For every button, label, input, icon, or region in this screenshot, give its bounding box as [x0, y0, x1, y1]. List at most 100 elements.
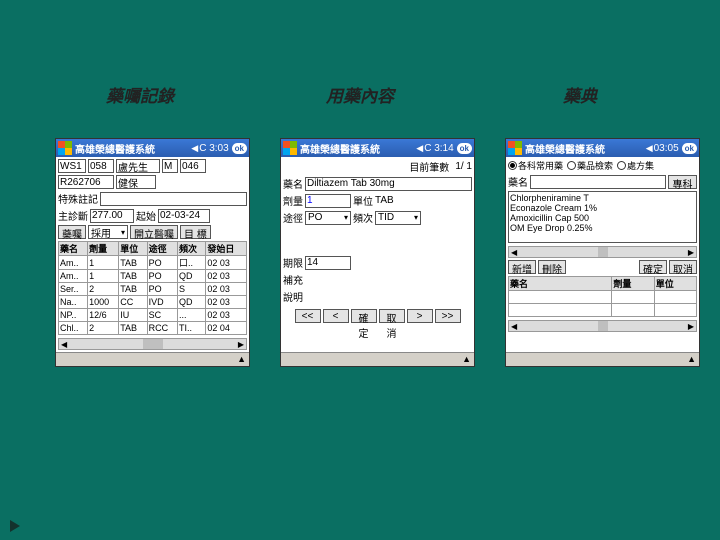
delete-button[interactable]: 刪除 — [538, 260, 566, 274]
list-item[interactable]: Econazole Cream 1% — [510, 203, 695, 213]
ok-button[interactable]: ok — [232, 143, 247, 154]
selected-table[interactable]: 藥名 劑量 單位 — [508, 276, 697, 317]
title-mid: 用藥內容 — [250, 82, 470, 107]
dx-label: 主診斷 — [58, 208, 88, 223]
duration-field[interactable] — [305, 256, 351, 270]
table-row[interactable]: Ser..2TABPOS02 03 — [59, 283, 247, 296]
patient-field[interactable] — [116, 159, 160, 173]
note-label: 說明 — [283, 289, 303, 304]
ok-button[interactable]: ok — [457, 143, 472, 154]
table-row[interactable] — [509, 304, 697, 317]
confirm-button[interactable]: 確定 — [351, 309, 377, 323]
ok-button[interactable]: ok — [682, 143, 697, 154]
statusbar: 高雄榮總醫護系統 C 3:03 ok — [56, 139, 249, 157]
keyboard-icon[interactable] — [687, 354, 696, 365]
screen-drug-orders: 高雄榮總醫護系統 C 3:03 ok 特殊註記 主診斷 起始 藥囑 採用 — [55, 138, 250, 367]
duration-label: 期限 — [283, 255, 303, 270]
supplement-label: 補充 — [283, 272, 303, 287]
col-unit[interactable]: 單位 — [654, 277, 696, 291]
table-row[interactable]: Chl..2TABRCCTI..02 04 — [59, 322, 247, 335]
nav-last[interactable]: >> — [435, 309, 461, 323]
drug-listbox[interactable]: Chlorpheniramine T Econazole Cream 1% Am… — [508, 191, 697, 243]
age-field[interactable] — [180, 159, 206, 173]
radio-drug-search[interactable]: 藥品檢索 — [567, 159, 613, 172]
drug-label: 藥名 — [283, 176, 303, 191]
chartno-field[interactable] — [58, 175, 114, 189]
adopt-select[interactable]: 採用 — [88, 225, 128, 239]
nav-first[interactable]: << — [295, 309, 321, 323]
radio-formulary[interactable]: 處方集 — [617, 159, 654, 172]
route-label: 途徑 — [283, 210, 303, 225]
col-unit[interactable]: 單位 — [119, 242, 147, 256]
clock: C 3:14 — [424, 143, 453, 154]
list-item[interactable]: OM Eye Drop 0.25% — [510, 223, 695, 233]
col-dose[interactable]: 劑量 — [88, 242, 119, 256]
col-drug[interactable]: 藥名 — [59, 242, 88, 256]
drug-search-field[interactable] — [530, 175, 666, 189]
volume-icon[interactable] — [191, 143, 199, 154]
keyboard-icon[interactable] — [237, 354, 246, 365]
freq-select[interactable]: TID — [375, 211, 421, 225]
clock: C 3:03 — [199, 143, 228, 154]
hscrollbar[interactable]: ◀▶ — [58, 338, 247, 350]
special-note-field[interactable] — [100, 192, 247, 206]
ws-field[interactable] — [58, 159, 86, 173]
add-button[interactable]: 新增 — [508, 260, 536, 274]
cancel-button[interactable]: 取消 — [669, 260, 697, 274]
start-date-field[interactable] — [158, 209, 210, 223]
slide-bullet-icon — [10, 520, 20, 532]
freq-label: 頻次 — [353, 210, 373, 225]
start-label: 起始 — [136, 208, 156, 223]
hscrollbar[interactable]: ◀▶ — [508, 320, 697, 332]
start-icon[interactable] — [58, 141, 72, 155]
list-item[interactable]: Amoxicillin Cap 500 — [510, 213, 695, 223]
cancel-button[interactable]: 取消 — [379, 309, 405, 323]
start-icon[interactable] — [283, 141, 297, 155]
volume-icon[interactable] — [416, 143, 424, 154]
table-row[interactable]: Am..1TABPO口..02 03 — [59, 256, 247, 270]
confirm-button[interactable]: 確定 — [639, 260, 667, 274]
sip-bar — [56, 352, 249, 366]
drug-label: 藥名 — [508, 174, 528, 189]
table-row[interactable]: Na..1000CCIVDQD02 03 — [59, 296, 247, 309]
dose-label: 劑量 — [283, 193, 303, 208]
col-drug[interactable]: 藥名 — [509, 277, 612, 291]
volume-icon[interactable] — [646, 143, 654, 154]
start-icon[interactable] — [508, 141, 522, 155]
hscrollbar[interactable]: ◀▶ — [508, 246, 697, 258]
col-freq[interactable]: 頻次 — [178, 242, 206, 256]
screen-pharmacopeia: 高雄榮總醫護系統 03:05 ok 各科常用藥 藥品檢索 處方集 藥名 專科用藥… — [505, 138, 700, 367]
clock: 03:05 — [654, 143, 679, 154]
route-select[interactable]: PO — [305, 211, 351, 225]
page-count-label: 目前筆數 — [409, 159, 449, 174]
keyboard-icon[interactable] — [462, 354, 471, 365]
dose-field[interactable] — [305, 194, 351, 208]
tab-new-order[interactable]: 開立醫囑 — [130, 225, 178, 239]
radio-dept-common[interactable]: 各科常用藥 — [508, 159, 563, 172]
tab-drug-order[interactable]: 藥囑 — [58, 225, 86, 239]
nav-prev[interactable]: < — [323, 309, 349, 323]
sex-field[interactable] — [162, 159, 178, 173]
drug-table[interactable]: 藥名 劑量 單位 途徑 頻次 發始日 Am..1TABPO口..02 03 Am… — [58, 241, 247, 335]
tab-target[interactable]: 目 標 — [180, 225, 211, 239]
list-item[interactable]: Chlorpheniramine T — [510, 193, 695, 203]
app-title: 高雄榮總醫護系統 — [300, 141, 416, 156]
sip-bar — [281, 352, 474, 366]
table-row[interactable] — [509, 291, 697, 304]
nav-next[interactable]: > — [407, 309, 433, 323]
sip-bar — [506, 352, 699, 366]
dx-field[interactable] — [90, 209, 134, 223]
insurance-field[interactable] — [116, 175, 156, 189]
drug-name-field[interactable] — [305, 177, 472, 191]
special-note-label: 特殊註記 — [58, 191, 98, 206]
dept-drug-button[interactable]: 專科用藥 — [668, 175, 697, 189]
col-route[interactable]: 途徑 — [147, 242, 177, 256]
table-row[interactable]: Am..1TABPOQD02 03 — [59, 270, 247, 283]
col-start[interactable]: 發始日 — [206, 242, 247, 256]
unit-value: TAB — [375, 195, 394, 206]
title-left: 藥囑記錄 — [30, 82, 250, 107]
wsno-field[interactable] — [88, 159, 114, 173]
statusbar: 高雄榮總醫護系統 C 3:14 ok — [281, 139, 474, 157]
table-row[interactable]: NP..12/6IUSC...02 03 — [59, 309, 247, 322]
col-dose[interactable]: 劑量 — [612, 277, 654, 291]
